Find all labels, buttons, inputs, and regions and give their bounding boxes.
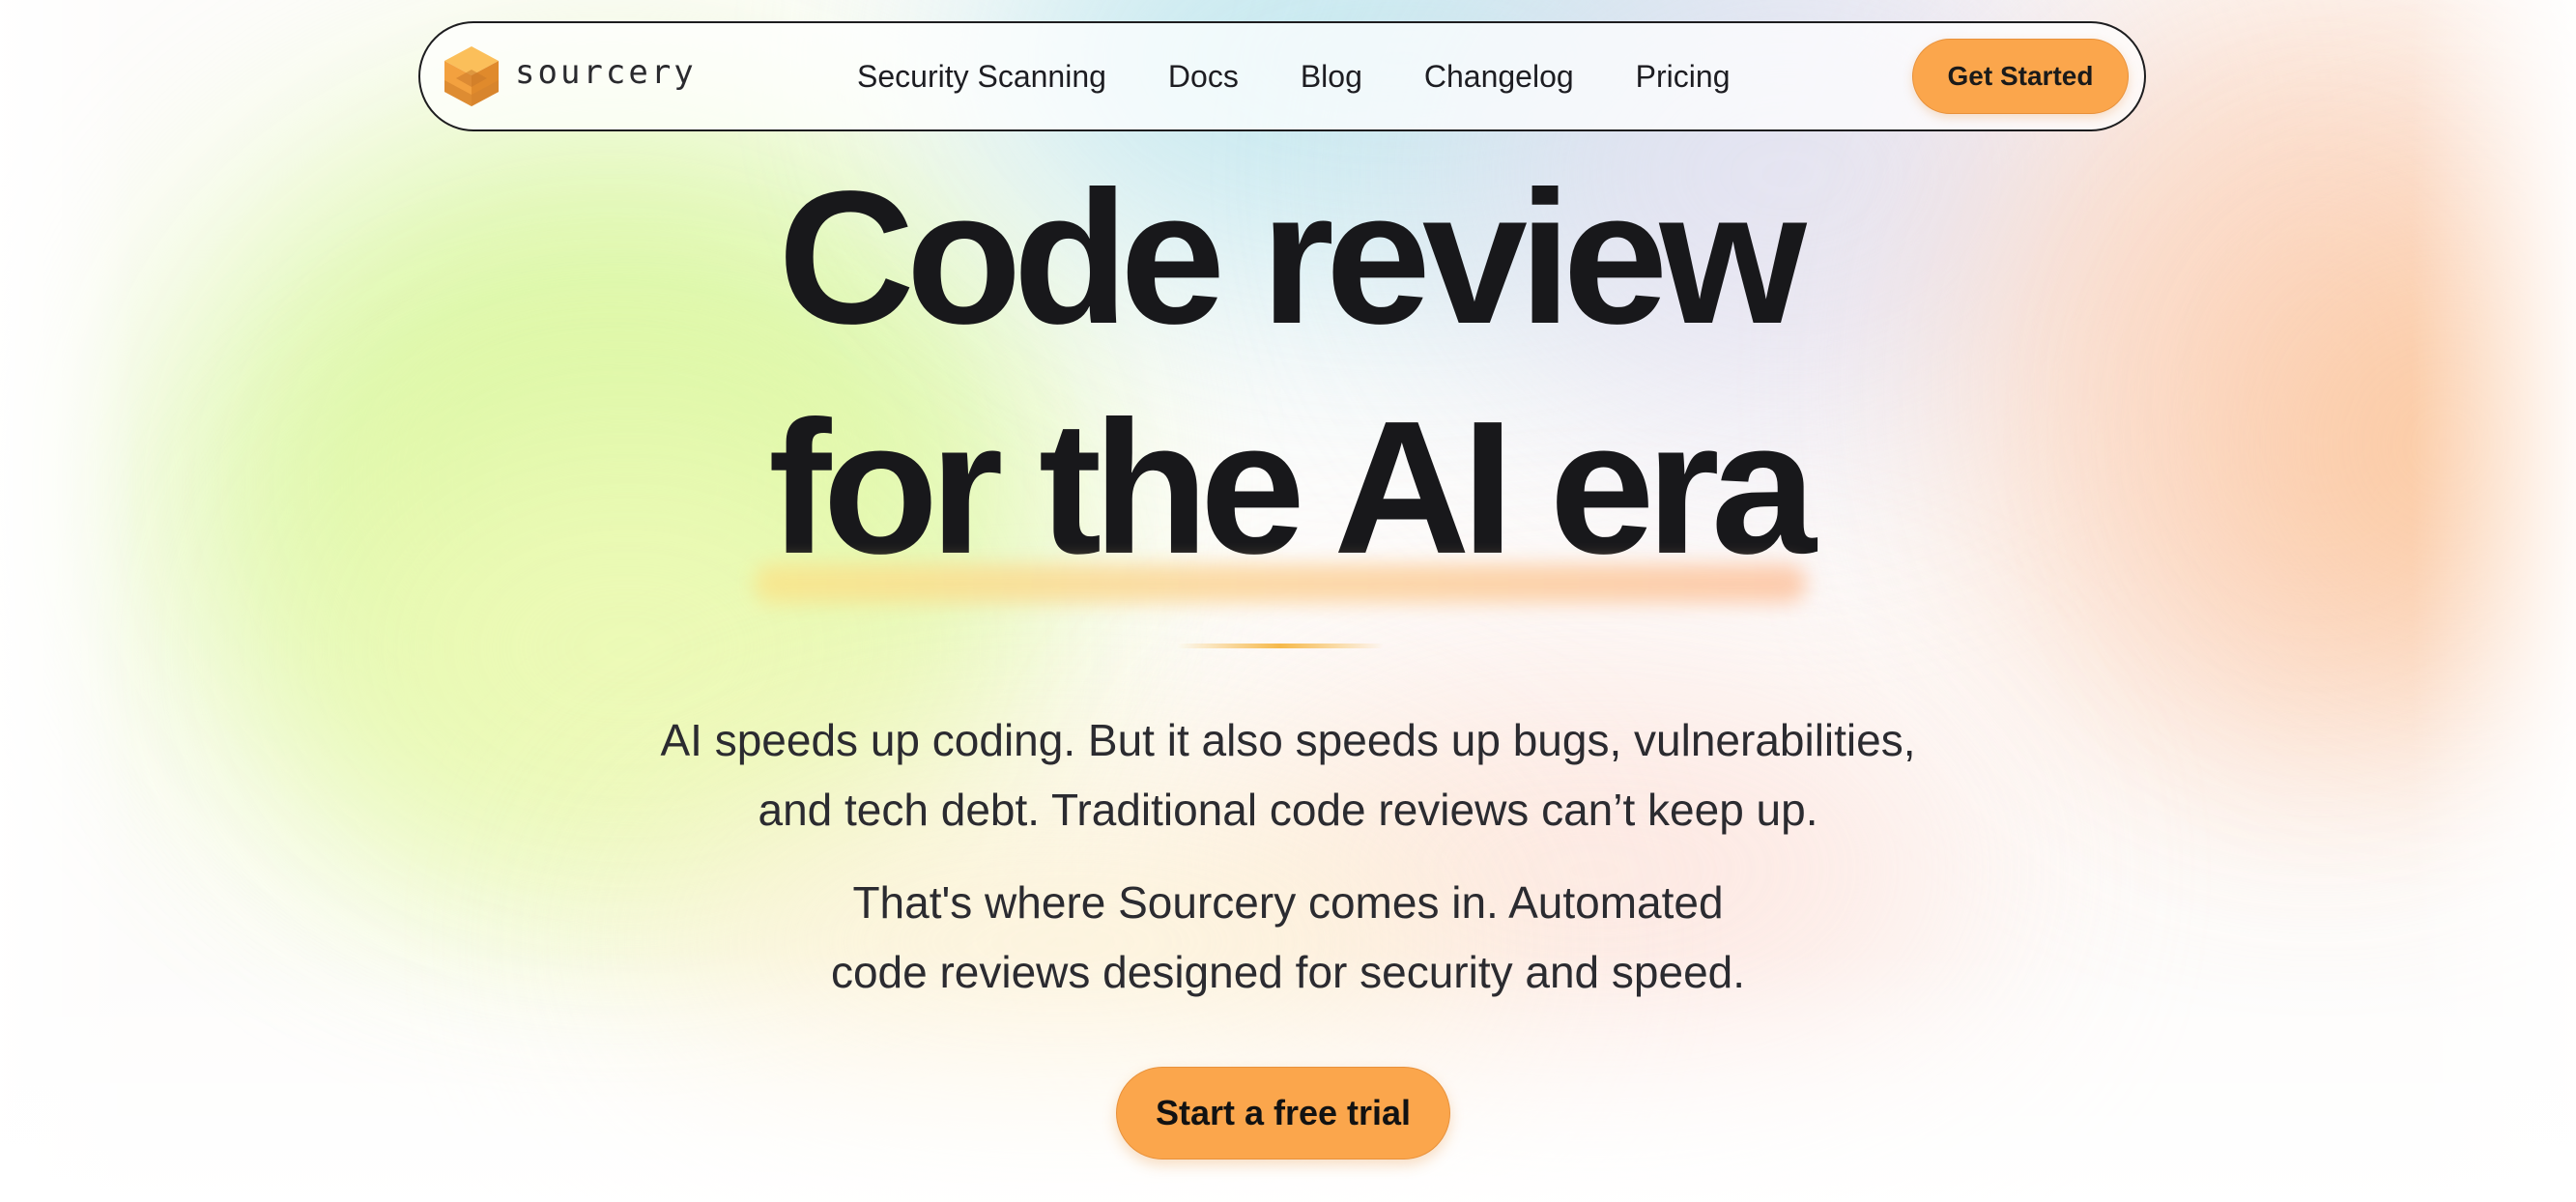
nav-link-pricing[interactable]: Pricing bbox=[1636, 59, 1731, 95]
start-free-trial-button[interactable]: Start a free trial bbox=[1116, 1067, 1450, 1159]
sourcery-cube-logo-icon bbox=[444, 46, 499, 106]
brand-name: sourcery bbox=[515, 53, 697, 92]
nav-link-changelog[interactable]: Changelog bbox=[1424, 59, 1574, 95]
tagline-line: That's where Sourcery comes in. Automate… bbox=[852, 877, 1724, 928]
top-navigation-bar: sourcery Security Scanning Docs Blog Cha… bbox=[418, 21, 2146, 131]
headline-line: Code review bbox=[778, 152, 1807, 363]
description-line: and tech debt. Traditional code reviews … bbox=[758, 785, 1818, 835]
headline-highlight bbox=[754, 564, 1807, 603]
tagline-line: code reviews designed for security and s… bbox=[830, 947, 1746, 997]
get-started-button[interactable]: Get Started bbox=[1912, 39, 2129, 114]
nav-link-security-scanning[interactable]: Security Scanning bbox=[857, 59, 1106, 95]
divider bbox=[1177, 644, 1384, 648]
nav-links: Security Scanning Docs Blog Changelog Pr… bbox=[857, 23, 1730, 129]
brand-link[interactable]: sourcery bbox=[442, 44, 697, 108]
hero-tagline: That's where Sourcery comes in. Automate… bbox=[0, 868, 2576, 1007]
description-line: AI speeds up coding. But it also speeds … bbox=[660, 715, 1916, 765]
nav-link-blog[interactable]: Blog bbox=[1301, 59, 1362, 95]
landing-page: sourcery Security Scanning Docs Blog Cha… bbox=[0, 0, 2576, 1202]
hero-headline: Code review for the AI era bbox=[0, 143, 2576, 603]
hero-description: AI speeds up coding. But it also speeds … bbox=[0, 705, 2576, 844]
nav-link-docs[interactable]: Docs bbox=[1168, 59, 1239, 95]
